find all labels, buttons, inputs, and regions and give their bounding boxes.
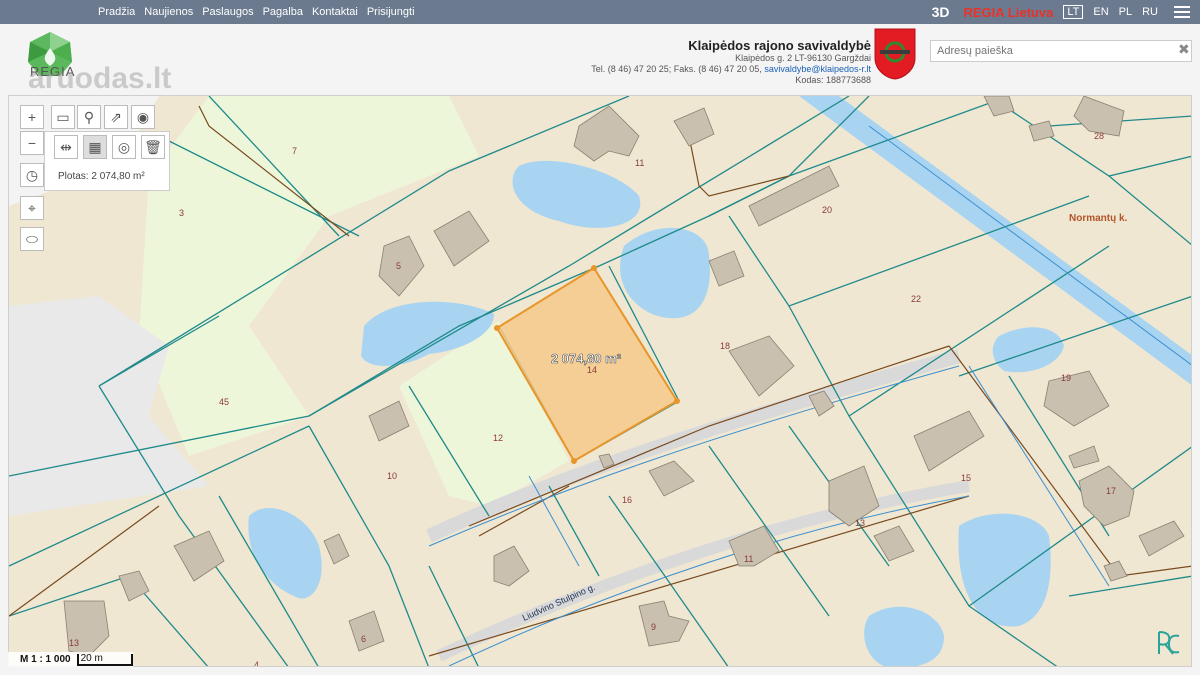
measure-area-icon[interactable]: ▦: [83, 135, 107, 159]
parcel-number: 20: [822, 205, 832, 215]
parcel-number: 28: [1094, 131, 1104, 141]
lang-lt[interactable]: LT: [1063, 5, 1084, 19]
parcel-number: 22: [911, 294, 921, 304]
pond: [992, 327, 1064, 373]
map-svg: 2 074,80 m² 7 3 5 45 12 10 14 11 20 22 1…: [9, 96, 1191, 667]
locate-me-icon[interactable]: ⌖: [20, 196, 44, 220]
parcel-number: 45: [219, 397, 229, 407]
measure-radius-icon[interactable]: ◎: [112, 135, 136, 159]
municipality-name: Klaipėdos rajono savivaldybė: [688, 38, 871, 53]
scale-length: 20 m: [76, 653, 133, 666]
parcel-number: 19: [1061, 373, 1071, 383]
parcel-number: 3: [179, 208, 184, 218]
coat-of-arms-icon: [874, 28, 916, 80]
nav-link-home[interactable]: Pradžia: [98, 6, 135, 18]
main-nav: Pradžia Naujienos Paslaugos Pagalba Kont…: [98, 0, 415, 24]
pond: [620, 227, 710, 319]
top-navigation-bar: Pradžia Naujienos Paslaugos Pagalba Kont…: [0, 0, 1200, 24]
scale-bar: M 1 : 1 000 20 m: [8, 652, 133, 667]
parcel-number: 15: [961, 473, 971, 483]
lang-en[interactable]: EN: [1093, 6, 1108, 18]
municipality-address: Klaipėdos g. 2 LT-96130 Gargždai: [735, 53, 871, 63]
parcel-number: 11: [635, 158, 644, 168]
place-marker-icon[interactable]: ⚲: [77, 105, 101, 129]
measure-line-icon[interactable]: ⇹: [54, 135, 78, 159]
pond: [248, 507, 322, 599]
scale-ratio: M 1 : 1 000: [20, 654, 71, 665]
nav-link-login[interactable]: Prisijungti: [367, 6, 415, 18]
street-label: Liudvino Stulpino g.: [521, 582, 597, 623]
parcel-number: 6: [361, 634, 366, 644]
parcel-number: 5: [396, 261, 401, 271]
parcel-number: 12: [493, 433, 503, 443]
zoom-in-button[interactable]: +: [20, 105, 44, 129]
parcel-number: 13: [855, 518, 865, 528]
nav-link-news[interactable]: Naujienos: [144, 6, 193, 18]
target-icon[interactable]: ◉: [131, 105, 155, 129]
delete-measure-icon[interactable]: 🗑: [141, 135, 165, 159]
parcel-number: 9: [651, 622, 656, 632]
nav-link-services[interactable]: Paslaugos: [202, 6, 253, 18]
parcel-number: 14: [587, 365, 597, 375]
address-search-input[interactable]: [930, 40, 1192, 62]
export-icon[interactable]: ⇗: [104, 105, 128, 129]
nav-link-contacts[interactable]: Kontaktai: [312, 6, 358, 18]
measured-area-label: 2 074,80 m²: [551, 351, 622, 366]
select-area-icon[interactable]: ⬭: [20, 227, 44, 251]
parcel-number: 13: [69, 638, 79, 648]
measure-distance-icon[interactable]: ▭: [51, 105, 75, 129]
watermark: aruodas.lt: [28, 62, 172, 95]
top-right-controls: 3D REGIA Lietuva LT EN PL RU: [932, 0, 1190, 24]
zoom-out-button[interactable]: −: [20, 131, 44, 155]
parcel-number: 7: [292, 146, 297, 156]
registru-centras-logo-icon: [1158, 631, 1180, 655]
map-canvas[interactable]: 2 074,80 m² 7 3 5 45 12 10 14 11 20 22 1…: [8, 95, 1192, 667]
municipality-email[interactable]: savivaldybe@klaipedos-r.lt: [764, 64, 871, 74]
lang-ru[interactable]: RU: [1142, 6, 1158, 18]
menu-icon[interactable]: [1174, 6, 1190, 18]
parcel-number: 10: [387, 471, 397, 481]
area-readout: Plotas: 2 074,80 m²: [58, 171, 145, 182]
3d-view-button[interactable]: 3D: [932, 4, 950, 20]
header: REGIA aruodas.lt Klaipėdos rajono saviva…: [0, 24, 1200, 95]
pond: [512, 160, 641, 228]
municipality-phone-line: Tel. (8 46) 47 20 25; Faks. (8 46) 47 20…: [511, 64, 871, 75]
village-label: Normantų k.: [1069, 213, 1128, 224]
parcel-number: 18: [720, 341, 730, 351]
municipality-phone: Tel. (8 46) 47 20 25; Faks. (8 46) 47 20…: [591, 64, 762, 74]
pond: [958, 513, 1051, 627]
parcel-number: 4: [254, 660, 259, 667]
regia-lietuva-link[interactable]: REGIA Lietuva: [964, 5, 1054, 20]
nav-link-help[interactable]: Pagalba: [263, 6, 303, 18]
pond: [864, 606, 944, 666]
municipality-info: Klaipėdos rajono savivaldybė Klaipėdos g…: [511, 38, 871, 86]
compass-icon[interactable]: ◷: [20, 163, 44, 187]
parcel-number: 16: [622, 495, 632, 505]
municipality-code: Kodas: 188773688: [795, 75, 871, 85]
lang-pl[interactable]: PL: [1119, 6, 1132, 18]
parcel-number: 17: [1106, 486, 1116, 496]
parcel-number: 11: [744, 554, 753, 564]
clear-search-icon[interactable]: ✖: [1178, 41, 1190, 58]
